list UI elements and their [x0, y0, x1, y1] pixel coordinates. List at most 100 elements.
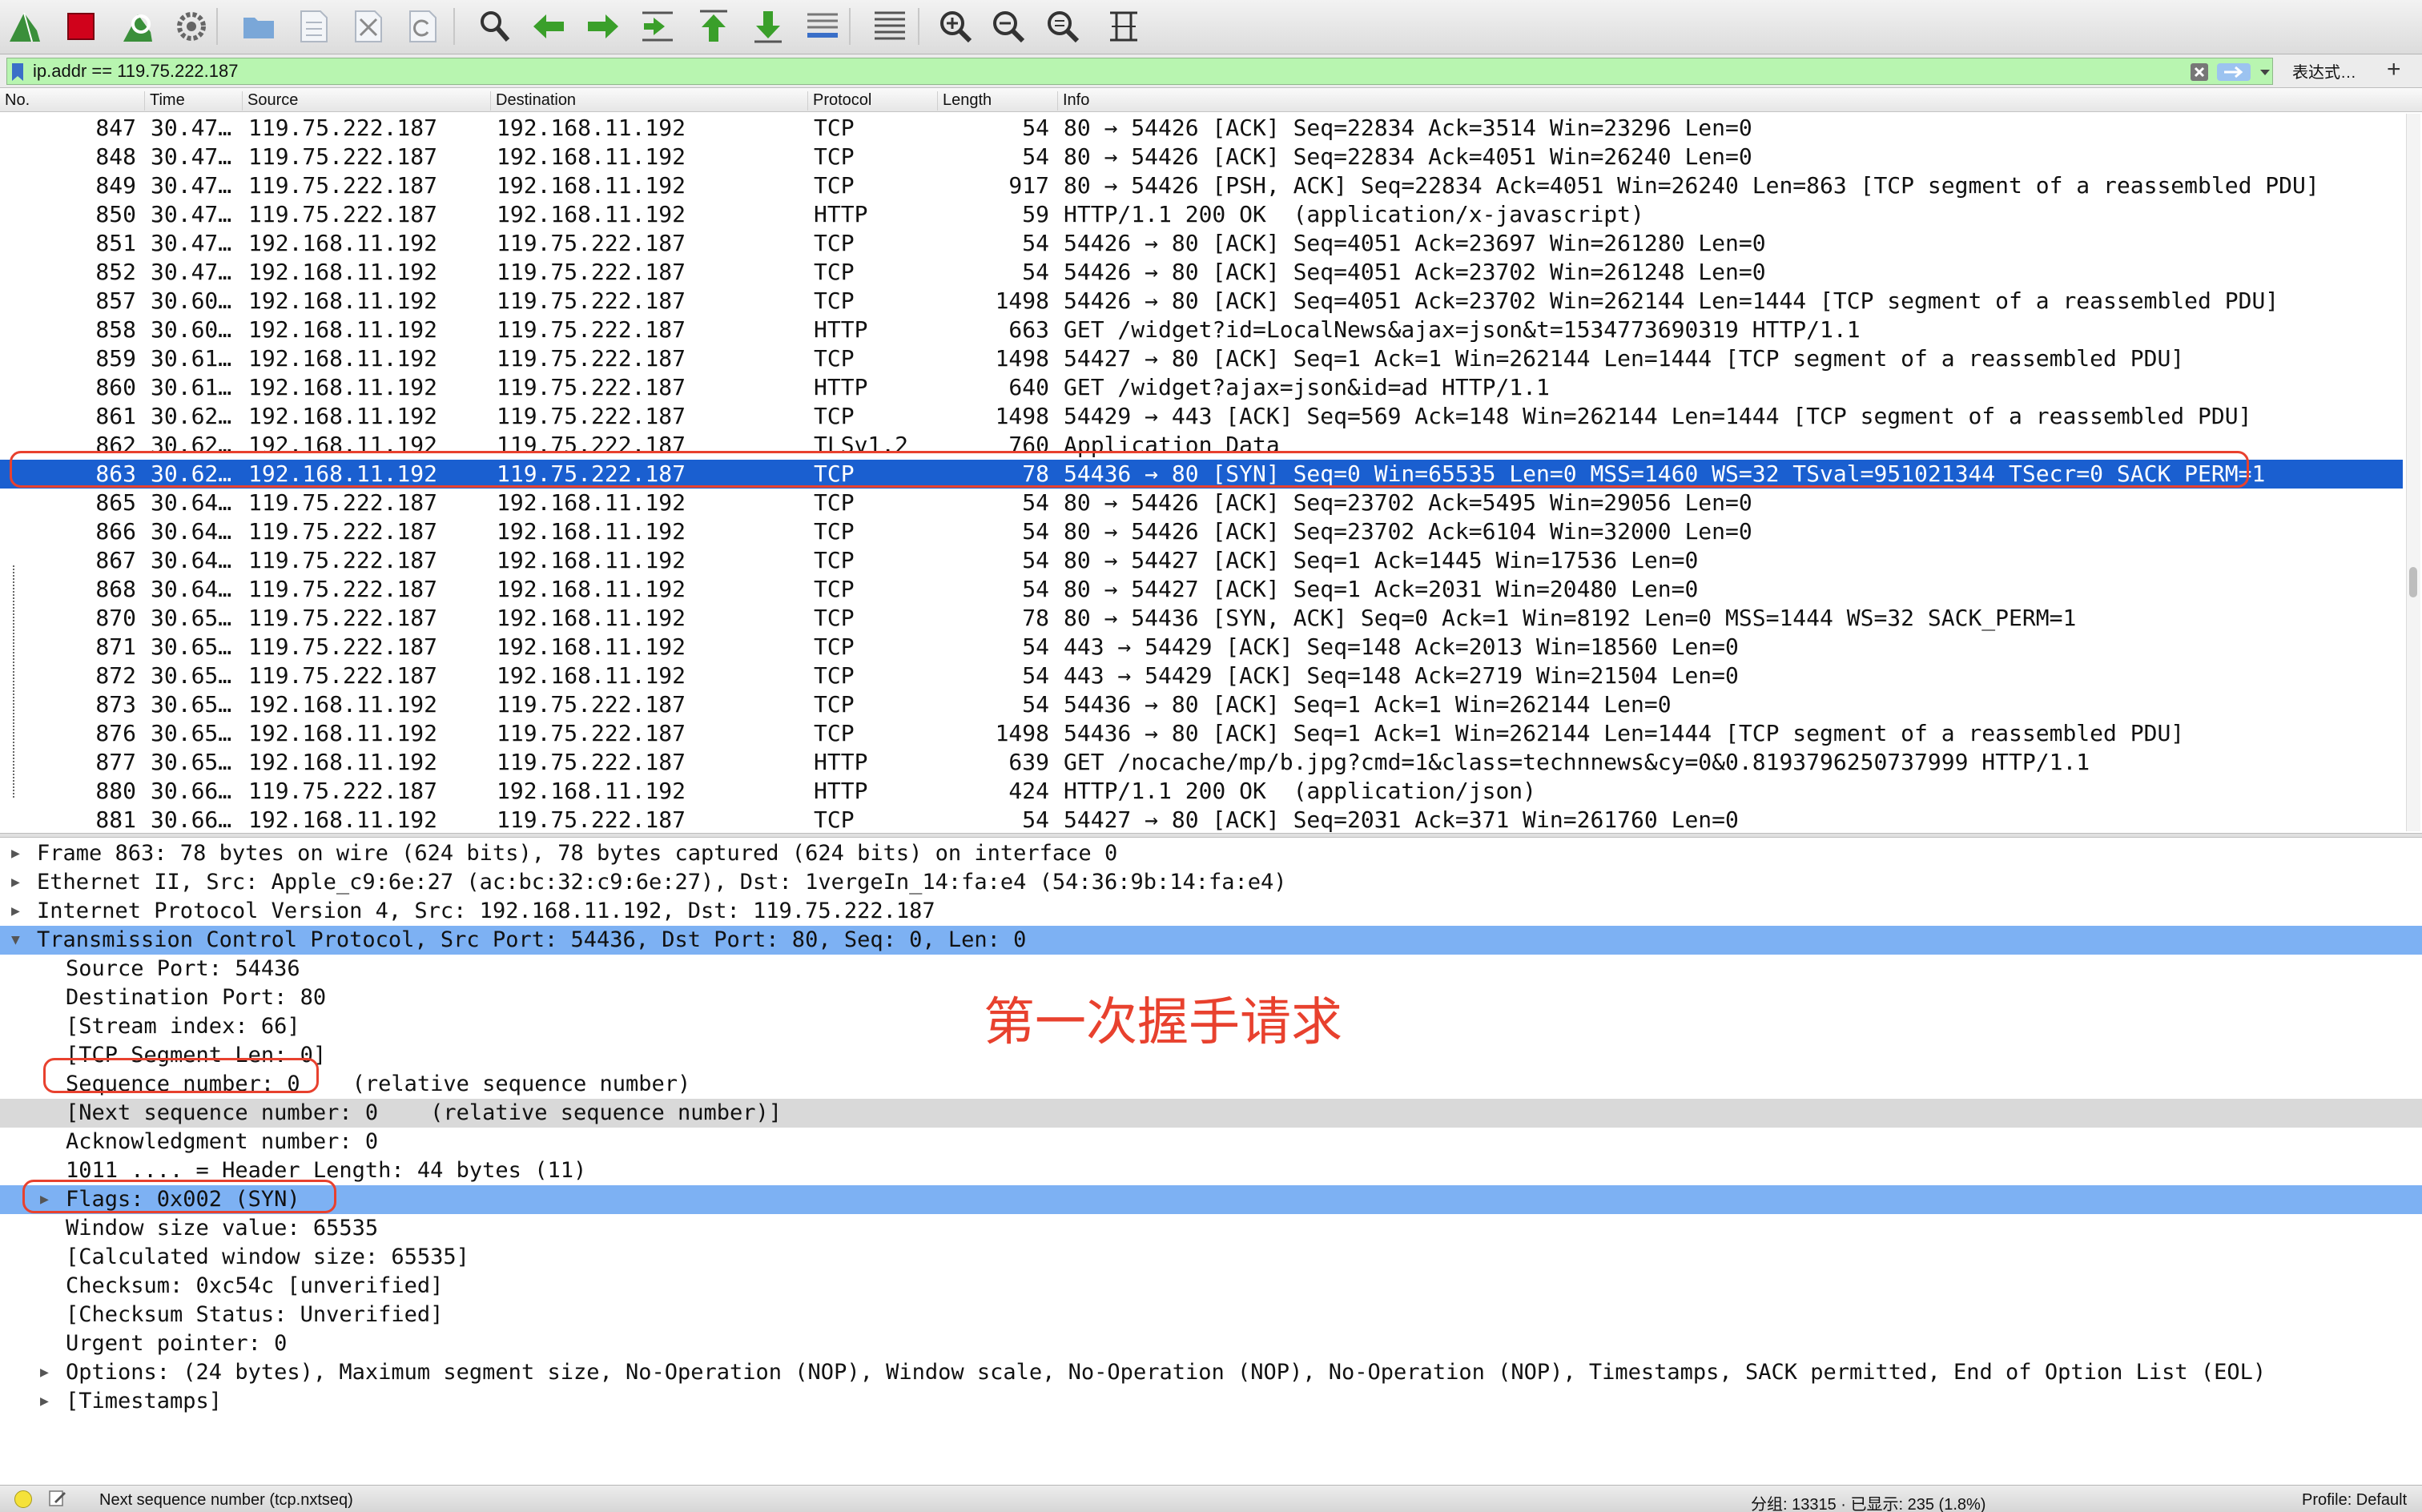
- detail-tree-item[interactable]: Source Port: 54436: [0, 955, 2422, 983]
- packet-row[interactable]: 868 30.64… 119.75.222.187 192.168.11.192 TCP…: [0, 575, 2403, 604]
- detail-tree-item[interactable]: ▼ Transmission Control Protocol, Src Port…: [0, 926, 2422, 955]
- expression-button[interactable]: 表达式…: [2292, 59, 2356, 82]
- column-header-time[interactable]: Time: [144, 91, 185, 111]
- packet-row[interactable]: 860 30.61… 192.168.11.192 119.75.222.187 HTT…: [0, 373, 2403, 402]
- packet-row[interactable]: 858 30.60… 192.168.11.192 119.75.222.187 HTT…: [0, 316, 2403, 344]
- collapsed-triangle-icon[interactable]: ▶: [40, 1185, 49, 1214]
- packet-row[interactable]: 866 30.64… 119.75.222.187 192.168.11.192 TCP…: [0, 517, 2403, 546]
- packet-row[interactable]: 871 30.65… 119.75.222.187 192.168.11.192 TCP…: [0, 633, 2403, 662]
- filter-bookmark-icon[interactable]: [9, 62, 26, 82]
- packet-row[interactable]: 867 30.64… 119.75.222.187 192.168.11.192 TCP…: [0, 546, 2403, 575]
- auto-scroll-button[interactable]: [803, 6, 843, 46]
- stop-capture-button[interactable]: [61, 6, 101, 46]
- first-packet-button[interactable]: [694, 6, 734, 46]
- zoom-in-button[interactable]: [935, 6, 976, 46]
- go-forward-button[interactable]: [583, 6, 623, 46]
- capture-options-button[interactable]: [171, 6, 211, 46]
- detail-tree-item[interactable]: ▶ Internet Protocol Version 4, Src: 192.1…: [0, 897, 2422, 926]
- collapsed-triangle-icon[interactable]: ▶: [40, 1387, 49, 1416]
- packet-row[interactable]: 859 30.61… 192.168.11.192 119.75.222.187 TCP…: [0, 344, 2403, 373]
- packet-row[interactable]: 880 30.66… 119.75.222.187 192.168.11.192 HTT…: [0, 777, 2403, 806]
- detail-tree-item[interactable]: [Checksum Status: Unverified]: [0, 1301, 2422, 1329]
- packet-row[interactable]: 877 30.65… 192.168.11.192 119.75.222.187 HTT…: [0, 748, 2403, 777]
- display-filter-input[interactable]: [33, 58, 2163, 84]
- packet-row[interactable]: 865 30.64… 119.75.222.187 192.168.11.192 TCP…: [0, 489, 2403, 517]
- last-packet-button[interactable]: [748, 6, 788, 46]
- go-to-packet-button[interactable]: [638, 6, 678, 46]
- packet-source: 192.168.11.192: [248, 460, 438, 487]
- status-bar: Next sequence number (tcp.nxtseq) 分组: 13…: [0, 1485, 2422, 1512]
- detail-item-label: Options: (24 bytes), Maximum segment siz…: [66, 1360, 2267, 1385]
- detail-tree-item[interactable]: ▶ Frame 863: 78 bytes on wire (624 bits),…: [0, 839, 2422, 868]
- normal-size-button[interactable]: [1043, 6, 1083, 46]
- scrollbar-thumb[interactable]: [2409, 567, 2417, 597]
- detail-tree-item[interactable]: ▶ [Timestamps]: [0, 1387, 2422, 1416]
- packet-source: 192.168.11.192: [248, 345, 438, 372]
- column-header-length[interactable]: Length: [937, 91, 992, 111]
- expanded-triangle-icon[interactable]: ▼: [11, 926, 20, 955]
- collapsed-triangle-icon[interactable]: ▶: [11, 897, 20, 926]
- packet-row[interactable]: 873 30.65… 192.168.11.192 119.75.222.187 TCP…: [0, 690, 2403, 719]
- collapsed-triangle-icon[interactable]: ▶: [11, 868, 20, 897]
- reload-file-button[interactable]: [402, 6, 442, 46]
- save-file-button[interactable]: [293, 6, 333, 46]
- column-header-destination[interactable]: Destination: [490, 91, 576, 111]
- expert-info-indicator-icon[interactable]: [14, 1490, 32, 1508]
- packet-time: 30.65…: [151, 749, 232, 775]
- collapsed-triangle-icon[interactable]: ▶: [11, 839, 20, 868]
- detail-tree-item[interactable]: [Next sequence number: 0 (relative seque…: [0, 1099, 2422, 1128]
- go-back-button[interactable]: [529, 6, 569, 46]
- packet-destination: 192.168.11.192: [497, 605, 686, 631]
- packet-row[interactable]: 847 30.47… 119.75.222.187 192.168.11.192 TCP…: [0, 114, 2403, 143]
- resize-columns-button[interactable]: [1104, 6, 1144, 46]
- clear-filter-icon[interactable]: [2190, 62, 2209, 82]
- packet-row[interactable]: 852 30.47… 192.168.11.192 119.75.222.187 TCP…: [0, 258, 2403, 287]
- add-filter-button[interactable]: +: [2387, 56, 2401, 83]
- packet-list-scrollbar[interactable]: [2406, 114, 2420, 831]
- column-header-no[interactable]: No.: [0, 91, 30, 111]
- packet-row[interactable]: 857 30.60… 192.168.11.192 119.75.222.187 TCP…: [0, 287, 2403, 316]
- packet-row[interactable]: 862 30.62… 192.168.11.192 119.75.222.187 TLS…: [0, 431, 2403, 460]
- close-file-button[interactable]: [348, 6, 388, 46]
- packet-info: GET /widget?ajax=json&id=ad HTTP/1.1: [1064, 374, 1550, 400]
- packet-row[interactable]: 848 30.47… 119.75.222.187 192.168.11.192 TCP…: [0, 143, 2403, 171]
- column-header-protocol[interactable]: Protocol: [807, 91, 871, 111]
- detail-tree-item[interactable]: Urgent pointer: 0: [0, 1329, 2422, 1358]
- packet-row[interactable]: 876 30.65… 192.168.11.192 119.75.222.187 TCP…: [0, 719, 2403, 748]
- packet-row[interactable]: 849 30.47… 119.75.222.187 192.168.11.192 TCP…: [0, 171, 2403, 200]
- start-capture-button[interactable]: [5, 6, 45, 46]
- detail-tree-item[interactable]: 1011 .... = Header Length: 44 bytes (11): [0, 1156, 2422, 1185]
- detail-tree-item[interactable]: ▶ Ethernet II, Src: Apple_c9:6e:27 (ac:bc…: [0, 868, 2422, 897]
- open-file-button[interactable]: [239, 6, 279, 46]
- collapsed-triangle-icon[interactable]: ▶: [40, 1358, 49, 1387]
- column-header-info[interactable]: Info: [1057, 91, 1089, 111]
- zoom-out-button[interactable]: [988, 6, 1028, 46]
- column-header-source[interactable]: Source: [242, 91, 298, 111]
- conversation-line: [13, 565, 14, 798]
- packet-time: 30.61…: [151, 374, 232, 400]
- capture-comment-icon[interactable]: [48, 1489, 67, 1508]
- find-packet-button[interactable]: [474, 6, 514, 46]
- packet-row[interactable]: 861 30.62… 192.168.11.192 119.75.222.187 TCP…: [0, 402, 2403, 431]
- packet-row[interactable]: 850 30.47… 119.75.222.187 192.168.11.192 HTT…: [0, 200, 2403, 229]
- apply-filter-icon[interactable]: [2216, 62, 2251, 82]
- packet-row[interactable]: 870 30.65… 119.75.222.187 192.168.11.192 TCP…: [0, 604, 2403, 633]
- packet-row[interactable]: 851 30.47… 192.168.11.192 119.75.222.187 TCP…: [0, 229, 2403, 258]
- detail-tree-item[interactable]: Checksum: 0xc54c [unverified]: [0, 1272, 2422, 1301]
- detail-tree-item[interactable]: [Calculated window size: 65535]: [0, 1243, 2422, 1272]
- detail-tree-item[interactable]: Acknowledgment number: 0: [0, 1128, 2422, 1156]
- detail-tree-item[interactable]: Sequence number: 0 (relative sequence nu…: [0, 1070, 2422, 1099]
- restart-capture-button[interactable]: [117, 6, 157, 46]
- colorize-button[interactable]: [870, 6, 910, 46]
- packet-row-selected[interactable]: 863 30.62… 192.168.11.192 119.75.222.187 TCP…: [0, 460, 2403, 489]
- colorize-icon: [875, 11, 905, 40]
- detail-tree-item[interactable]: Window size value: 65535: [0, 1214, 2422, 1243]
- packet-length: 639: [1008, 749, 1049, 775]
- packet-time: 30.47…: [151, 230, 232, 256]
- packet-row[interactable]: 881 30.66… 192.168.11.192 119.75.222.187 TCP…: [0, 806, 2403, 833]
- detail-tree-item[interactable]: ▶ Flags: 0x002 (SYN): [0, 1185, 2422, 1214]
- packet-row[interactable]: 872 30.65… 119.75.222.187 192.168.11.192 TCP…: [0, 662, 2403, 690]
- status-profile[interactable]: Profile: Default: [2302, 1491, 2407, 1510]
- detail-tree-item[interactable]: ▶ Options: (24 bytes), Maximum segment si…: [0, 1358, 2422, 1387]
- recent-filters-dropdown-icon[interactable]: [2258, 65, 2272, 79]
